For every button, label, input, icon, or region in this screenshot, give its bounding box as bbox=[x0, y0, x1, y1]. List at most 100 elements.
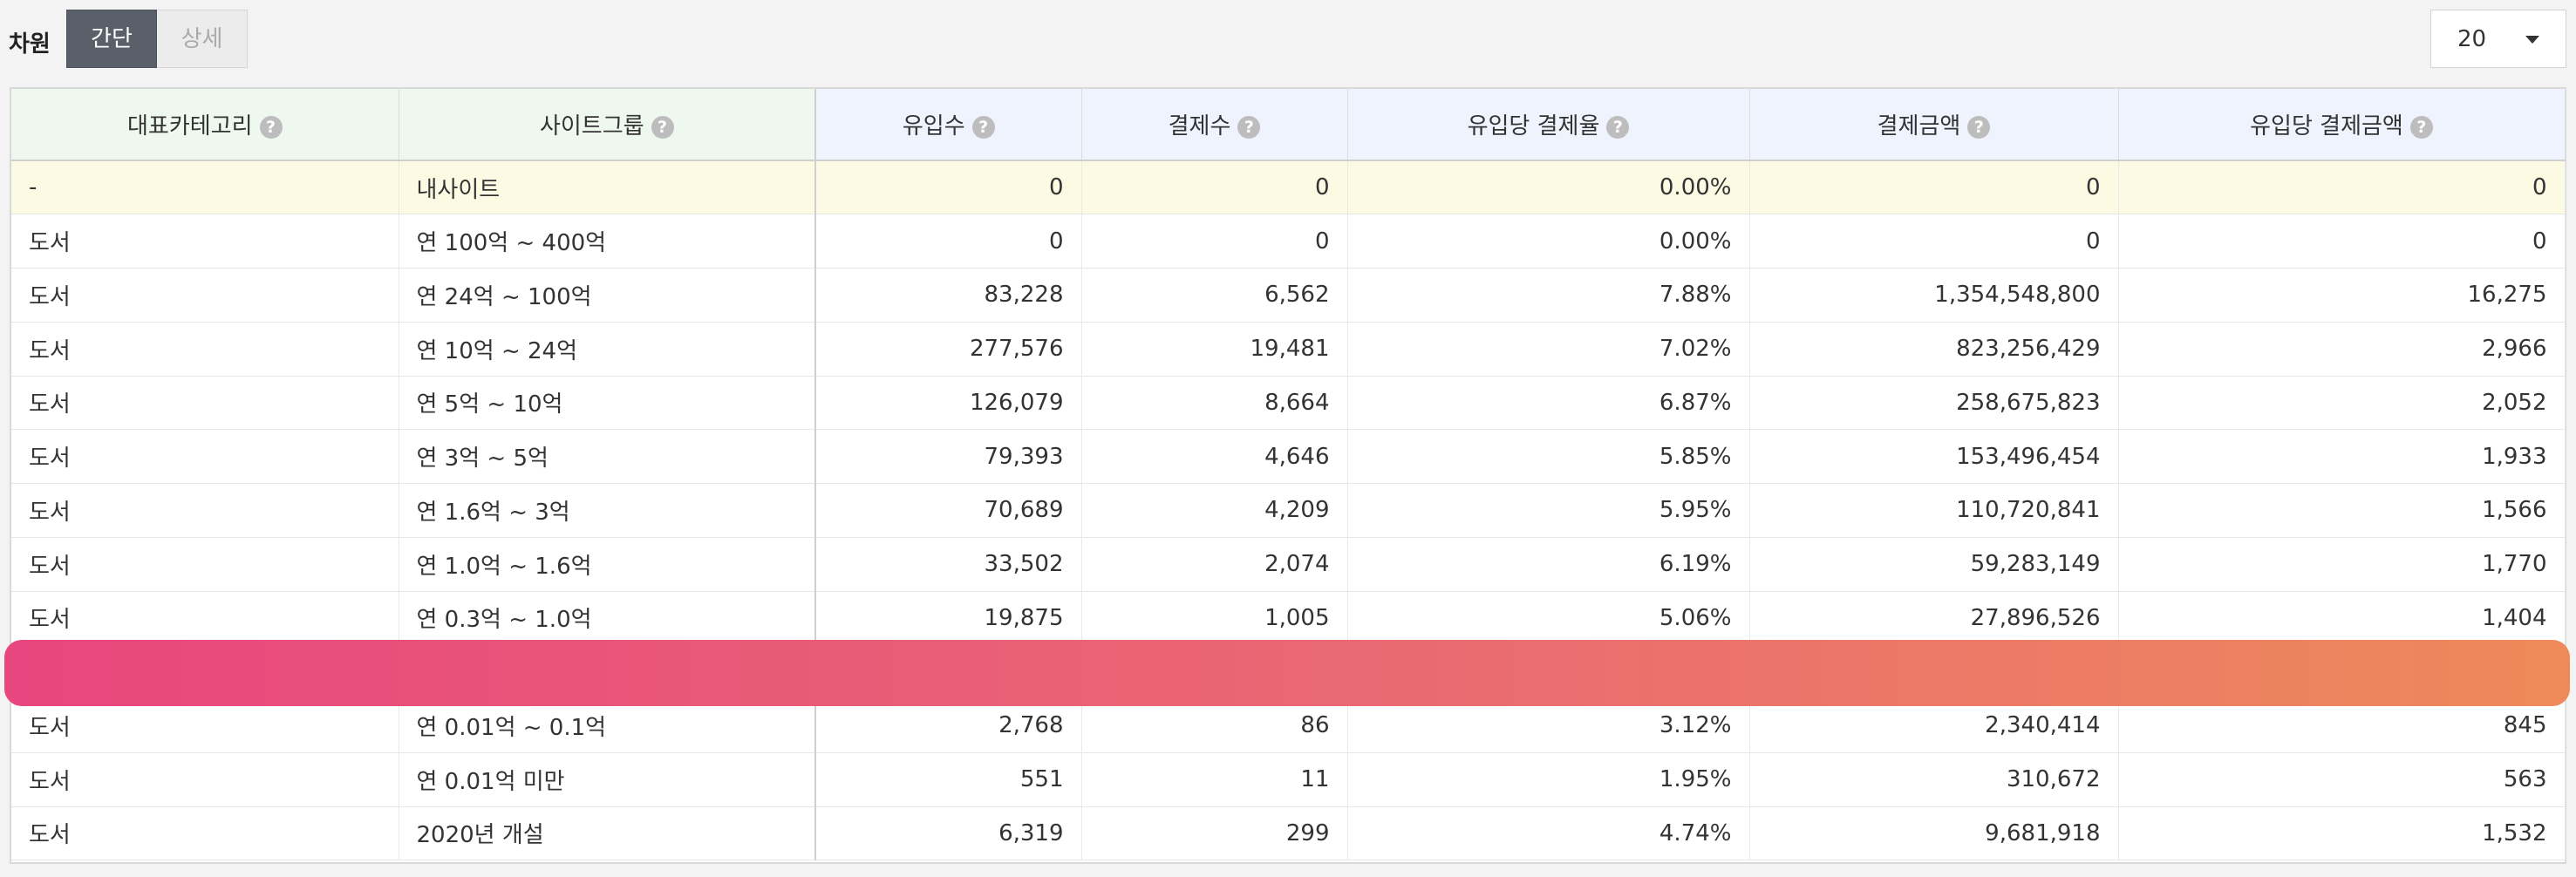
site-group-cell: 연 24억 ~ 100억 bbox=[399, 268, 816, 323]
payment-amount-cell: 0 bbox=[1749, 214, 2119, 269]
payments-cell: 285 bbox=[1081, 644, 1348, 699]
payments-cell: 6,562 bbox=[1081, 268, 1348, 323]
help-circle-icon[interactable]: ? bbox=[1237, 115, 1261, 139]
page-size-select[interactable]: 20 bbox=[2430, 10, 2566, 68]
table-row: 도서 연 1.0억 ~ 1.6억 33,502 2,074 6.19% 59,283,14… bbox=[11, 537, 2566, 592]
visits-cell: 79,393 bbox=[815, 429, 1082, 484]
category-cell: 도서 bbox=[11, 214, 399, 269]
amount-per-visit-cell: 563 bbox=[2118, 752, 2566, 807]
table-row: 도서 연 100억 ~ 400억 0 0 0.00% 0 0 bbox=[11, 214, 2566, 269]
report-table: 대표카테고리? 사이트그룹? 유입수? 결제수? 유입당 결제율? 결제금액? … bbox=[11, 89, 2566, 861]
table-row: 도서 연 5억 ~ 10억 126,079 8,664 6.87% 258,675,823… bbox=[11, 376, 2566, 431]
table-row: 도서 연 1.6억 ~ 3억 70,689 4,209 5.95% 110,720,841… bbox=[11, 483, 2566, 538]
category-cell: 도서 bbox=[11, 537, 399, 592]
help-circle-icon[interactable]: ? bbox=[1967, 115, 1991, 139]
help-circle-icon[interactable]: ? bbox=[2409, 115, 2433, 139]
column-header-payments[interactable]: 결제수? bbox=[1081, 89, 1348, 161]
site-group-cell: 연 0.01억 ~ 0.1억 bbox=[399, 698, 816, 753]
payments-cell: 4,209 bbox=[1081, 483, 1348, 538]
dimension-label: 차원 bbox=[9, 31, 51, 58]
table-row: 도서 연 0.01억 ~ 0.1억 2,768 86 3.12% 2,340,414 845 bbox=[11, 698, 2566, 753]
mode-detail-button[interactable]: 상세 bbox=[157, 10, 248, 68]
site-group-cell: 연 1.0억 ~ 1.6억 bbox=[399, 537, 816, 592]
payment-amount-cell: 27,896,526 bbox=[1749, 591, 2119, 646]
column-header-label: 대표카테고리 bbox=[126, 113, 253, 139]
visits-cell: 83,228 bbox=[815, 268, 1082, 323]
payment-amount-cell: 1,354,548,800 bbox=[1749, 268, 2119, 323]
amount-per-visit-cell: 845 bbox=[2118, 698, 2566, 753]
category-cell: 도서 bbox=[11, 752, 399, 807]
payments-cell: 11 bbox=[1081, 752, 1348, 807]
payment-amount-cell: 258,675,823 bbox=[1749, 376, 2119, 431]
column-header-amount-per-visit[interactable]: 유입당 결제금액? bbox=[2118, 89, 2566, 161]
payment-rate-cell: 0.00% bbox=[1347, 160, 1750, 215]
amount-per-visit-cell: 1,933 bbox=[2118, 429, 2566, 484]
payment-rate-cell: 1.95% bbox=[1347, 752, 1750, 807]
payment-amount-cell: 310,672 bbox=[1749, 752, 2119, 807]
table-row: 도서 연 24억 ~ 100억 83,228 6,562 7.88% 1,354,548,… bbox=[11, 268, 2566, 323]
payment-rate-cell: 3.12% bbox=[1347, 698, 1750, 753]
help-circle-icon[interactable]: ? bbox=[1606, 115, 1630, 139]
amount-per-visit-cell: 0 bbox=[2118, 214, 2566, 269]
help-circle-icon[interactable]: ? bbox=[651, 115, 674, 139]
payment-rate-cell: 7.02% bbox=[1347, 322, 1750, 377]
payment-amount-cell: 9,179,782 bbox=[1749, 644, 2119, 699]
site-group-cell: 연 100억 ~ 400억 bbox=[399, 214, 816, 269]
category-cell: 도서 bbox=[11, 483, 399, 538]
payment-rate-cell: 7.88% bbox=[1347, 268, 1750, 323]
category-cell: 도서 bbox=[11, 322, 399, 377]
table-header-row: 대표카테고리? 사이트그룹? 유입수? 결제수? 유입당 결제율? 결제금액? … bbox=[11, 89, 2566, 161]
visits-cell: 126,079 bbox=[815, 376, 1082, 431]
site-group-cell: 연 0.01억 미만 bbox=[399, 752, 816, 807]
mode-simple-button[interactable]: 간단 bbox=[66, 10, 157, 68]
payment-rate-cell: 0.00% bbox=[1347, 214, 1750, 269]
column-header-label: 결제금액 bbox=[1877, 113, 1961, 139]
summary-row: - 내사이트 0 0 0.00% 0 0 bbox=[11, 160, 2566, 215]
payment-rate-cell: 5.85% bbox=[1347, 429, 1750, 484]
amount-per-visit-cell: 1,770 bbox=[2118, 537, 2566, 592]
help-circle-icon[interactable]: ? bbox=[971, 115, 995, 139]
visits-cell: 0 bbox=[815, 160, 1082, 215]
column-header-label: 유입수 bbox=[902, 113, 965, 139]
help-circle-icon[interactable]: ? bbox=[259, 115, 283, 139]
payments-cell: 4,646 bbox=[1081, 429, 1348, 484]
payment-rate-cell: 5.95% bbox=[1347, 483, 1750, 538]
payments-cell: 0 bbox=[1081, 214, 1348, 269]
payments-cell: 1,005 bbox=[1081, 591, 1348, 646]
column-header-category[interactable]: 대표카테고리? bbox=[11, 89, 399, 161]
column-header-visits[interactable]: 유입수? bbox=[815, 89, 1082, 161]
page-size-value: 20 bbox=[2457, 26, 2487, 52]
site-group-cell: 연 5억 ~ 10억 bbox=[399, 376, 816, 431]
category-cell: 도서 bbox=[11, 268, 399, 323]
payment-amount-cell: 2,340,414 bbox=[1749, 698, 2119, 753]
report-table-container: 대표카테고리? 사이트그룹? 유입수? 결제수? 유입당 결제율? 결제금액? … bbox=[10, 87, 2566, 864]
visits-cell: 19,875 bbox=[815, 591, 1082, 646]
amount-per-visit-cell: 0 bbox=[2118, 160, 2566, 215]
category-cell: 도서 bbox=[11, 698, 399, 753]
category-cell: 도서 bbox=[11, 644, 399, 699]
site-group-cell: 연 0.1억 ~ 0.3억 bbox=[399, 644, 816, 699]
column-header-site-group[interactable]: 사이트그룹? bbox=[399, 89, 816, 161]
payment-rate-cell: 4.74% bbox=[1347, 806, 1750, 861]
site-group-cell: 2020년 개설 bbox=[399, 806, 816, 861]
table-row: 도서 연 0.01억 미만 551 11 1.95% 310,672 563 bbox=[11, 752, 2566, 807]
payments-cell: 2,074 bbox=[1081, 537, 1348, 592]
amount-per-visit-cell: 1,404 bbox=[2118, 591, 2566, 646]
column-header-label: 유입당 결제금액 bbox=[2250, 113, 2403, 139]
category-cell: 도서 bbox=[11, 429, 399, 484]
amount-per-visit-cell: 1,566 bbox=[2118, 483, 2566, 538]
payment-amount-cell: 153,496,454 bbox=[1749, 429, 2119, 484]
payment-rate-cell: 3.85% bbox=[1347, 644, 1750, 699]
payment-amount-cell: 59,283,149 bbox=[1749, 537, 2119, 592]
payment-amount-cell: 823,256,429 bbox=[1749, 322, 2119, 377]
column-header-label: 결제수 bbox=[1168, 113, 1231, 139]
toolbar: 차원 간단 상세 20 bbox=[0, 0, 2576, 87]
visits-cell: 277,576 bbox=[815, 322, 1082, 377]
column-header-payment-amount[interactable]: 결제금액? bbox=[1749, 89, 2119, 161]
visits-cell: 33,502 bbox=[815, 537, 1082, 592]
column-header-label: 사이트그룹 bbox=[539, 113, 644, 139]
column-header-payment-rate[interactable]: 유입당 결제율? bbox=[1347, 89, 1750, 161]
payments-cell: 8,664 bbox=[1081, 376, 1348, 431]
category-cell: - bbox=[11, 160, 399, 215]
amount-per-visit-cell: 16,275 bbox=[2118, 268, 2566, 323]
